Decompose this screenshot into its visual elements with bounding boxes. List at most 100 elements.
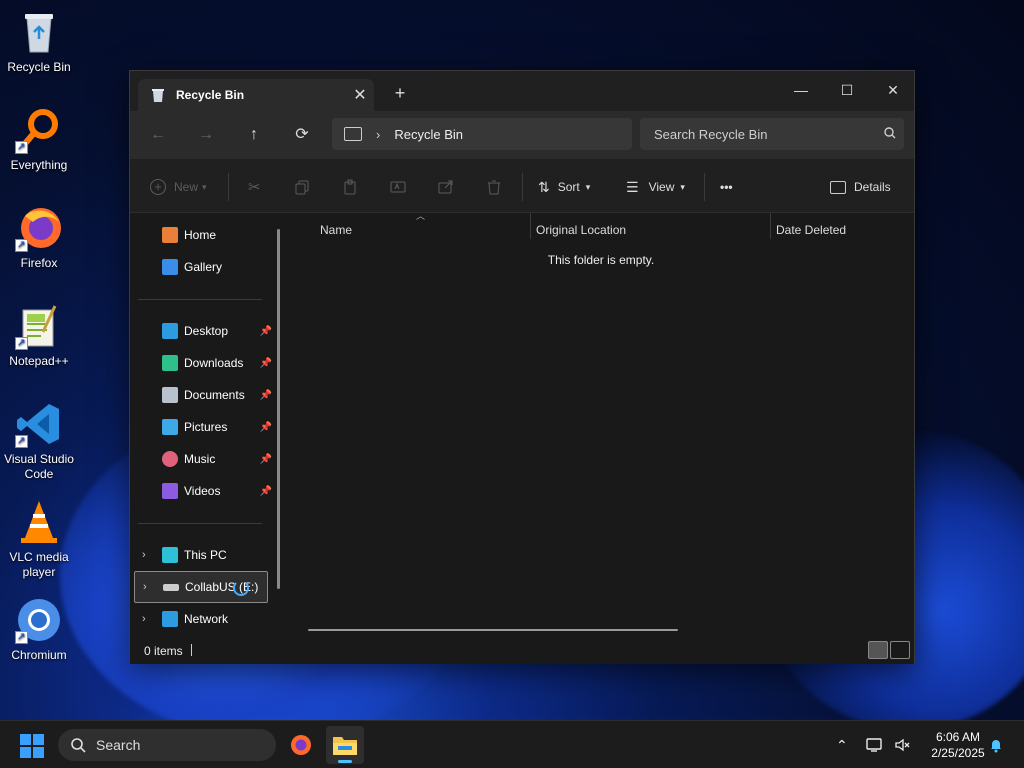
sidebar-item-videos[interactable]: Videos 📌 (134, 477, 272, 505)
sort-button[interactable]: ⇅ Sort ▾ (538, 175, 590, 199)
sidebar-item-gallery[interactable]: Gallery (134, 253, 268, 281)
show-hidden-icons-button[interactable]: ⌃ (836, 721, 848, 768)
desktop-icon-chromium[interactable]: ↗ Chromium (2, 596, 76, 663)
sidebar-item-label: Music (184, 452, 216, 466)
sidebar-item-label: Pictures (184, 420, 228, 434)
notepad-plus-plus-icon: ↗ (15, 302, 63, 350)
search-input[interactable] (654, 126, 876, 142)
forward-button[interactable]: → (192, 123, 220, 147)
tab-recycle-bin[interactable]: Recycle Bin ✕ (138, 79, 374, 111)
view-button[interactable]: ☰ View ▾ (626, 175, 685, 199)
windows-logo-icon (33, 734, 44, 745)
start-button[interactable] (20, 734, 44, 758)
maximize-button[interactable]: ☐ (824, 75, 870, 105)
status-bar: 0 items (130, 636, 914, 664)
search-icon[interactable] (876, 126, 904, 142)
desktop-icon-vscode[interactable]: ↗ Visual Studio Code (2, 400, 76, 482)
details-view-button[interactable] (868, 641, 888, 659)
chevron-right-icon[interactable]: › (142, 613, 146, 625)
sidebar-scrollbar[interactable] (277, 229, 280, 589)
chevron-right-icon[interactable]: › (143, 581, 147, 593)
sidebar-divider (138, 523, 262, 524)
minimize-button[interactable]: — (778, 75, 824, 105)
back-button[interactable]: ← (144, 123, 172, 147)
sidebar-item-documents[interactable]: Documents 📌 (134, 381, 272, 409)
sidebar-item-collabus-drive[interactable]: › CollabUS (E:) (134, 571, 268, 603)
shortcut-arrow-icon: ↗ (15, 141, 28, 154)
chevron-up-icon: ⌃ (836, 736, 848, 753)
desktop-icon-notepad-plus-plus[interactable]: ↗ Notepad++ (2, 302, 76, 369)
chevron-right-icon[interactable]: › (142, 549, 146, 561)
taskbar-file-explorer[interactable] (326, 726, 364, 764)
sidebar-item-music[interactable]: Music 📌 (134, 445, 272, 473)
more-options-button[interactable]: ••• (720, 175, 733, 199)
large-icons-view-button[interactable] (890, 641, 910, 659)
cut-icon[interactable]: ✂ (248, 175, 261, 199)
recycle-bin-icon (152, 89, 164, 102)
close-window-button[interactable]: ✕ (870, 75, 916, 105)
desktop-icon-label: Notepad++ (9, 354, 69, 368)
navigation-pane: Home Gallery Desktop 📌 Downloads 📌 Docum… (130, 213, 288, 636)
column-header-name[interactable]: Name (320, 218, 352, 242)
windows-logo-icon (33, 747, 44, 758)
desktop-icon-firefox[interactable]: ↗ Firefox (2, 204, 76, 271)
desktop-icon-everything[interactable]: ↗ Everything (2, 106, 76, 173)
column-header-original-location[interactable]: Original Location (536, 218, 626, 242)
desktop-icon-label: Chromium (11, 648, 67, 662)
windows-logo-icon (20, 734, 31, 745)
rename-icon[interactable] (390, 175, 406, 199)
sidebar-item-network[interactable]: › Network (134, 605, 268, 633)
system-clock[interactable]: 6:06 AM 2/25/2025 (920, 729, 996, 761)
sidebar-divider (138, 299, 262, 300)
breadcrumb[interactable]: Recycle Bin (394, 127, 463, 142)
this-pc-icon (162, 547, 178, 563)
chevron-right-icon[interactable]: › (376, 127, 380, 142)
notifications-bell-icon[interactable] (988, 721, 1004, 768)
title-bar: Recycle Bin ✕ + — ☐ ✕ (130, 71, 914, 111)
pin-icon[interactable]: 📌 (260, 390, 272, 401)
sidebar-item-pictures[interactable]: Pictures 📌 (134, 413, 272, 441)
volume-muted-icon[interactable] (894, 721, 910, 768)
desktop-icon-label: Everything (10, 158, 68, 172)
close-tab-icon[interactable]: ✕ (346, 85, 374, 105)
refresh-button[interactable]: ⟳ (288, 123, 316, 147)
recycle-bin-icon (15, 8, 63, 56)
column-divider[interactable] (770, 213, 771, 239)
delete-icon[interactable] (486, 175, 502, 199)
new-button[interactable]: + New ▾ (150, 175, 207, 199)
sidebar-item-downloads[interactable]: Downloads 📌 (134, 349, 272, 377)
network-status-icon[interactable] (866, 721, 884, 768)
desktop-icon-recycle-bin[interactable]: Recycle Bin (2, 8, 76, 75)
music-icon (162, 451, 178, 467)
horizontal-scrollbar[interactable] (308, 629, 678, 631)
new-label: New (174, 180, 199, 194)
pin-icon[interactable]: 📌 (260, 486, 272, 497)
clock-date: 2/25/2025 (931, 746, 985, 760)
address-bar[interactable]: › Recycle Bin (332, 118, 632, 150)
details-button[interactable]: Details (830, 175, 891, 199)
copy-icon[interactable] (294, 175, 310, 199)
pin-icon[interactable]: 📌 (260, 326, 272, 337)
taskbar-search[interactable]: Search (58, 729, 276, 761)
column-divider[interactable] (530, 213, 531, 239)
pin-icon[interactable]: 📌 (260, 454, 272, 465)
share-icon[interactable] (438, 175, 454, 199)
new-tab-button[interactable]: + (388, 83, 412, 104)
taskbar-firefox[interactable] (282, 726, 320, 764)
chromium-icon: ↗ (15, 596, 63, 644)
downloads-icon (162, 355, 178, 371)
column-header-date-deleted[interactable]: Date Deleted (776, 218, 846, 242)
file-explorer-window: Recycle Bin ✕ + — ☐ ✕ ← → ↑ ⟳ › Recycle … (129, 70, 915, 664)
up-button[interactable]: ↑ (240, 123, 268, 147)
view-label: View (648, 180, 675, 194)
tab-title: Recycle Bin (176, 88, 245, 102)
sort-label: Sort (557, 180, 580, 194)
pin-icon[interactable]: 📌 (260, 358, 272, 369)
paste-icon[interactable] (342, 175, 358, 199)
pin-icon[interactable]: 📌 (260, 422, 272, 433)
sidebar-item-desktop[interactable]: Desktop 📌 (134, 317, 272, 345)
desktop-icon-vlc[interactable]: VLC media player (2, 498, 76, 580)
sidebar-item-this-pc[interactable]: › This PC (134, 541, 268, 569)
item-count: 0 items (144, 644, 183, 658)
sidebar-item-home[interactable]: Home (134, 221, 268, 249)
